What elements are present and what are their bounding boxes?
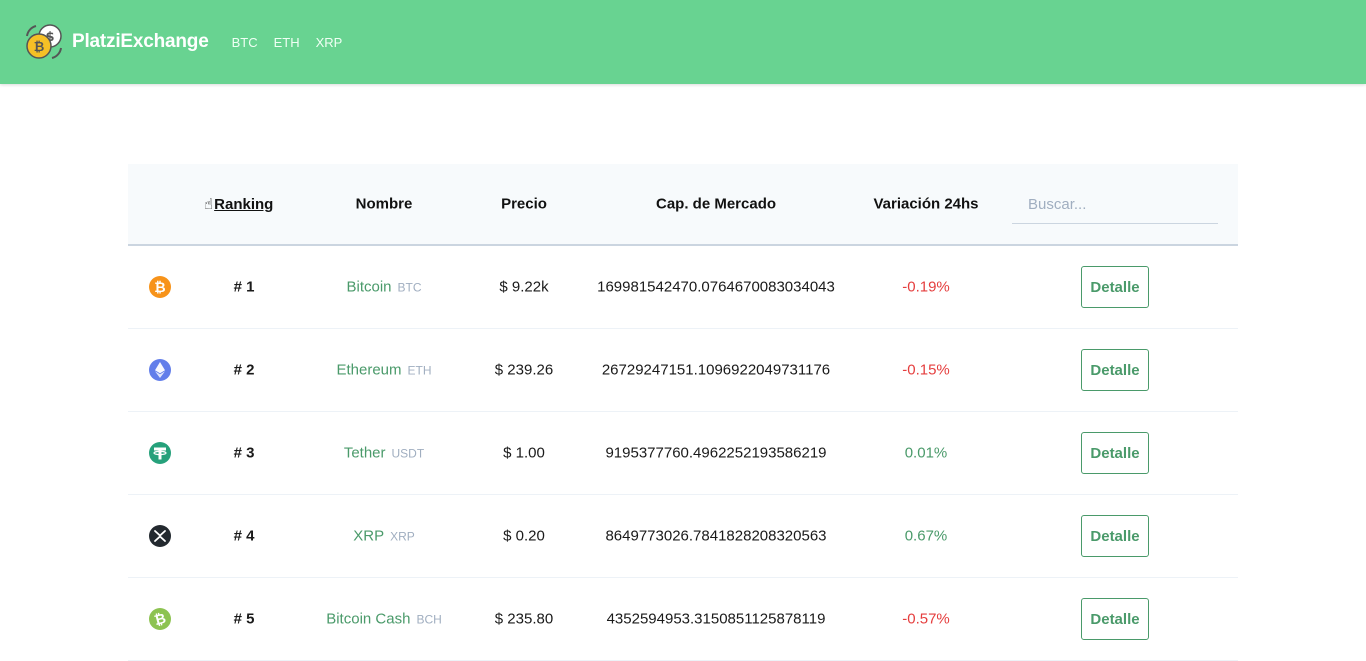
market-cap-cell: 26729247151.1096922049731176	[601, 361, 831, 379]
market-cap-cell: 169981542470.0764670083034043	[597, 278, 835, 296]
brand-name: PlatziExchange	[72, 31, 209, 52]
assets-table: ☝Ranking Nombre Precio Cap. de Mercado V…	[128, 164, 1238, 661]
name-header: Nombre	[355, 195, 413, 213]
rank-cell: # 2	[233, 361, 255, 379]
main-nav: BTC ETH XRP	[232, 35, 359, 50]
market-cap-header: Cap. de Mercado	[655, 195, 777, 213]
bitcoin-icon: ₿	[148, 275, 172, 299]
tether-icon	[148, 441, 172, 465]
asset-name-link[interactable]: Tether USDT	[304, 445, 464, 462]
logo[interactable]: $ ₿ PlatziExchange	[24, 22, 209, 62]
change-cell: -0.19%	[902, 278, 950, 296]
detail-button[interactable]: Detalle	[1081, 598, 1149, 640]
asset-symbol: BCH	[416, 612, 442, 627]
exchange-coins-icon: $ ₿	[26, 24, 62, 59]
ethereum-icon	[148, 358, 172, 382]
detail-button-wrap: Detalle	[1081, 515, 1149, 557]
market-cap-cell: 8649773026.7841828208320563	[605, 527, 827, 545]
rank-cell: # 1	[233, 278, 255, 296]
detail-button[interactable]: Detalle	[1081, 266, 1149, 308]
svg-text:₿: ₿	[34, 40, 45, 55]
rank-cell: # 5	[233, 610, 255, 628]
asset-name: Bitcoin	[346, 278, 392, 296]
table-row: # 3 Tether USDT $ 1.00 9195377760.4962252…	[128, 412, 1238, 495]
table-row: # 4 XRP XRP $ 0.20 8649773026.78418282083…	[128, 495, 1238, 578]
detail-button-wrap: Detalle	[1081, 349, 1149, 391]
change-cell: -0.57%	[902, 610, 950, 628]
detail-button[interactable]: Detalle	[1081, 349, 1149, 391]
detail-button-wrap: Detalle	[1081, 598, 1149, 640]
detail-button[interactable]: Detalle	[1081, 515, 1149, 557]
asset-name: XRP	[353, 527, 385, 545]
table-row: ₿ # 1 Bitcoin BTC $ 9.22k 169981542470.07…	[128, 246, 1238, 329]
table-row: # 2 Ethereum ETH $ 239.26 26729247151.109…	[128, 329, 1238, 412]
price-cell: $ 235.80	[494, 610, 554, 628]
price-cell: $ 1.00	[503, 444, 545, 462]
sort-by-ranking[interactable]: ☝Ranking	[204, 195, 284, 213]
asset-symbol: ETH	[407, 363, 432, 378]
market-cap-cell: 9195377760.4962252193586219	[605, 444, 827, 462]
asset-symbol: USDT	[391, 446, 425, 461]
price-header: Precio	[501, 195, 547, 213]
asset-name-link[interactable]: Bitcoin BTC	[304, 279, 464, 296]
asset-name-link[interactable]: Bitcoin Cash BCH	[304, 611, 464, 628]
asset-name: Bitcoin Cash	[326, 610, 411, 628]
asset-name: Ethereum	[336, 361, 402, 379]
nav-link-btc[interactable]: BTC	[232, 35, 258, 50]
rank-cell: # 4	[233, 527, 255, 545]
nav-link-xrp[interactable]: XRP	[316, 35, 343, 50]
pointing-hand-icon: ☝	[204, 196, 214, 213]
change-24h-header: Variación 24hs	[873, 195, 979, 213]
price-cell: $ 239.26	[494, 361, 554, 379]
bitcoin-cash-icon: ₿	[148, 607, 172, 631]
change-cell: 0.67%	[904, 527, 948, 545]
price-cell: $ 0.20	[503, 527, 545, 545]
asset-name: Tether	[343, 444, 386, 462]
top-navbar: $ ₿ PlatziExchange BTC ETH XRP	[0, 0, 1366, 84]
ranking-header-label: Ranking	[214, 196, 274, 213]
market-cap-cell: 4352594953.3150851125878119	[606, 610, 826, 628]
change-cell: 0.01%	[904, 444, 948, 462]
price-cell: $ 9.22k	[499, 278, 549, 296]
asset-name-link[interactable]: Ethereum ETH	[304, 362, 464, 379]
asset-name-link[interactable]: XRP XRP	[304, 528, 464, 545]
asset-symbol: BTC	[397, 280, 422, 295]
asset-symbol: XRP	[390, 529, 415, 544]
detail-button[interactable]: Detalle	[1081, 432, 1149, 474]
search-input[interactable]	[1012, 186, 1218, 224]
detail-button-wrap: Detalle	[1081, 266, 1149, 308]
detail-button-wrap: Detalle	[1081, 432, 1149, 474]
xrp-icon	[148, 524, 172, 548]
svg-text:₿: ₿	[154, 280, 165, 296]
rank-cell: # 3	[233, 444, 255, 462]
table-row: ₿ # 5 Bitcoin Cash BCH $ 235.80 435259495…	[128, 578, 1238, 661]
nav-link-eth[interactable]: ETH	[274, 35, 300, 50]
table-header: ☝Ranking Nombre Precio Cap. de Mercado V…	[128, 164, 1238, 246]
change-cell: -0.15%	[902, 361, 950, 379]
